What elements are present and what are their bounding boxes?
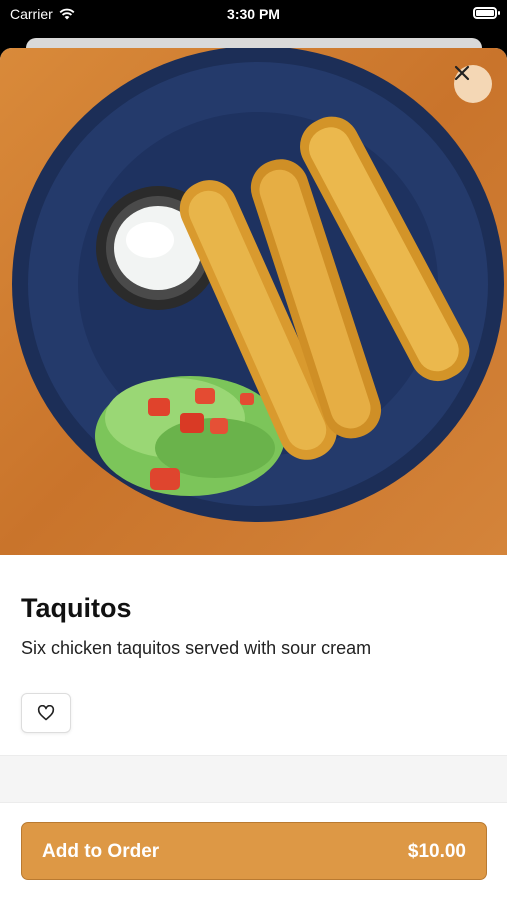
close-icon [454,65,470,81]
status-bar: Carrier 3:30 PM [0,0,507,30]
heart-icon [37,705,55,721]
item-photo [0,48,507,555]
favorite-button[interactable] [21,693,71,733]
add-to-order-button[interactable]: Add to Order $10.00 [21,822,487,880]
add-to-order-label: Add to Order [42,841,160,862]
item-detail-sheet: Taquitos Six chicken taquitos served wit… [0,48,507,900]
battery-icon [473,7,500,19]
item-description: Six chicken taquitos served with sour cr… [21,638,372,658]
taquitos-plate-illustration [12,48,504,522]
status-time: 3:30 PM [227,6,280,22]
close-button[interactable] [454,65,492,103]
item-title: Taquitos [21,593,132,623]
section-divider [0,755,507,803]
item-price: $10.00 [407,841,466,862]
